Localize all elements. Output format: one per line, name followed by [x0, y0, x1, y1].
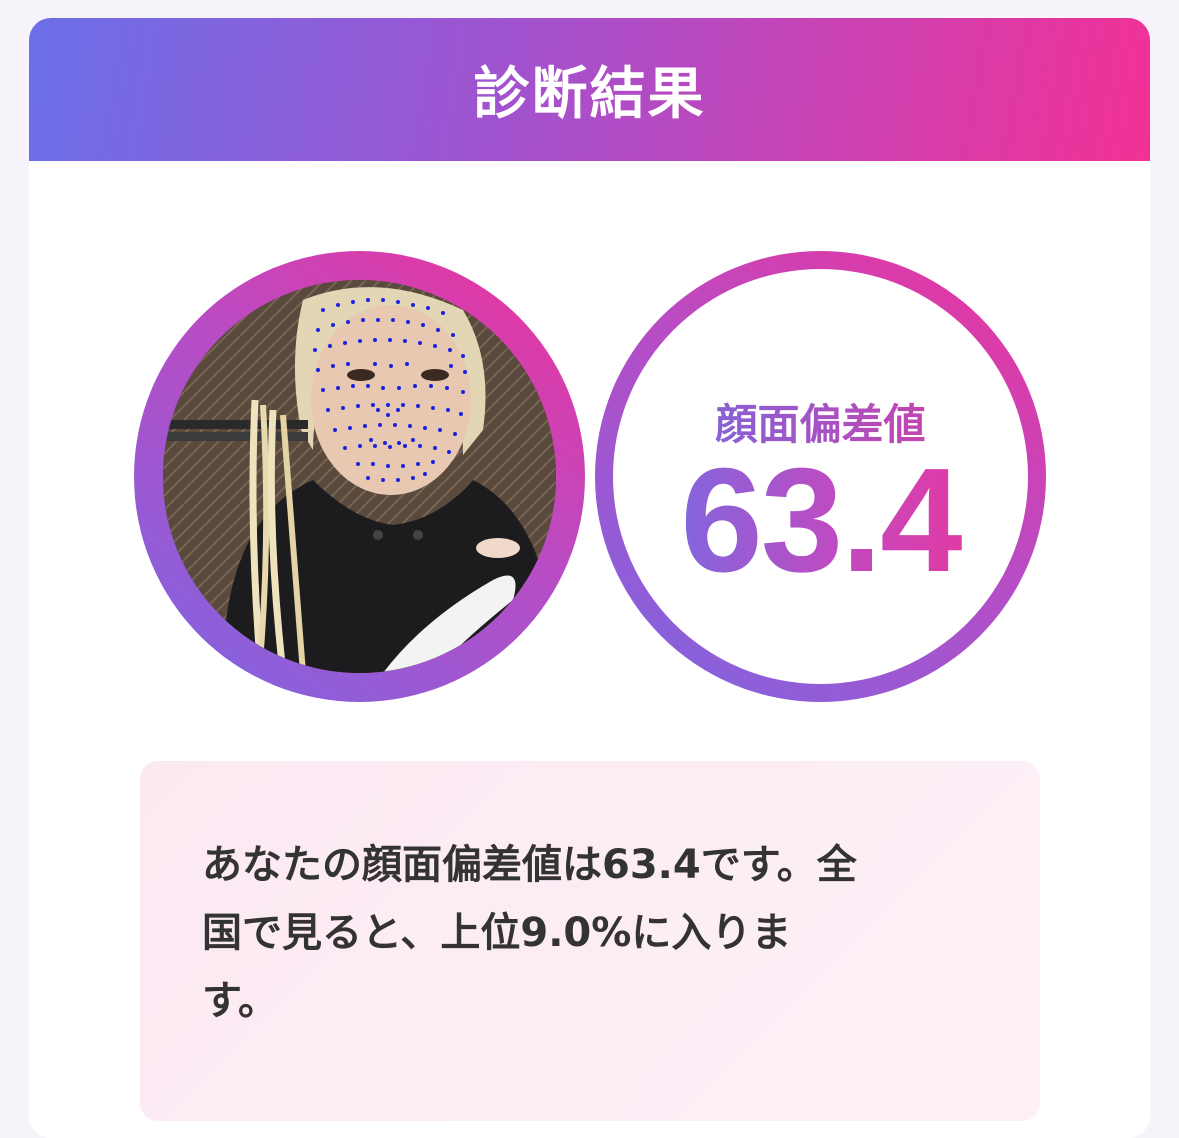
- result-header: 診断結果: [29, 18, 1150, 161]
- result-message: あなたの顔面偏差値は63.4です。全 国で見ると、上位9.0%に入りま す。: [202, 831, 972, 1035]
- result-line: す。: [202, 978, 278, 1024]
- score-value: 63.4: [613, 447, 1028, 595]
- face-photo: [163, 280, 556, 673]
- score-circle: 顔面偏差値 63.4: [613, 269, 1028, 684]
- result-message-box: あなたの顔面偏差値は63.4です。全 国で見ると、上位9.0%に入りま す。: [140, 761, 1040, 1121]
- photo-frame: [134, 251, 585, 702]
- face-landmark-image: [163, 280, 556, 673]
- result-line: あなたの顔面偏差値は63.4です。全: [202, 842, 857, 888]
- score-frame: 顔面偏差値 63.4: [595, 251, 1046, 702]
- result-line: 国で見ると、上位9.0%に入りま: [202, 910, 792, 956]
- result-card: 診断結果 顔面偏差値 63.4 あなたの顔面偏差値は63.4です。全 国で見ると…: [29, 18, 1150, 1138]
- page-title: 診断結果: [473, 62, 706, 127]
